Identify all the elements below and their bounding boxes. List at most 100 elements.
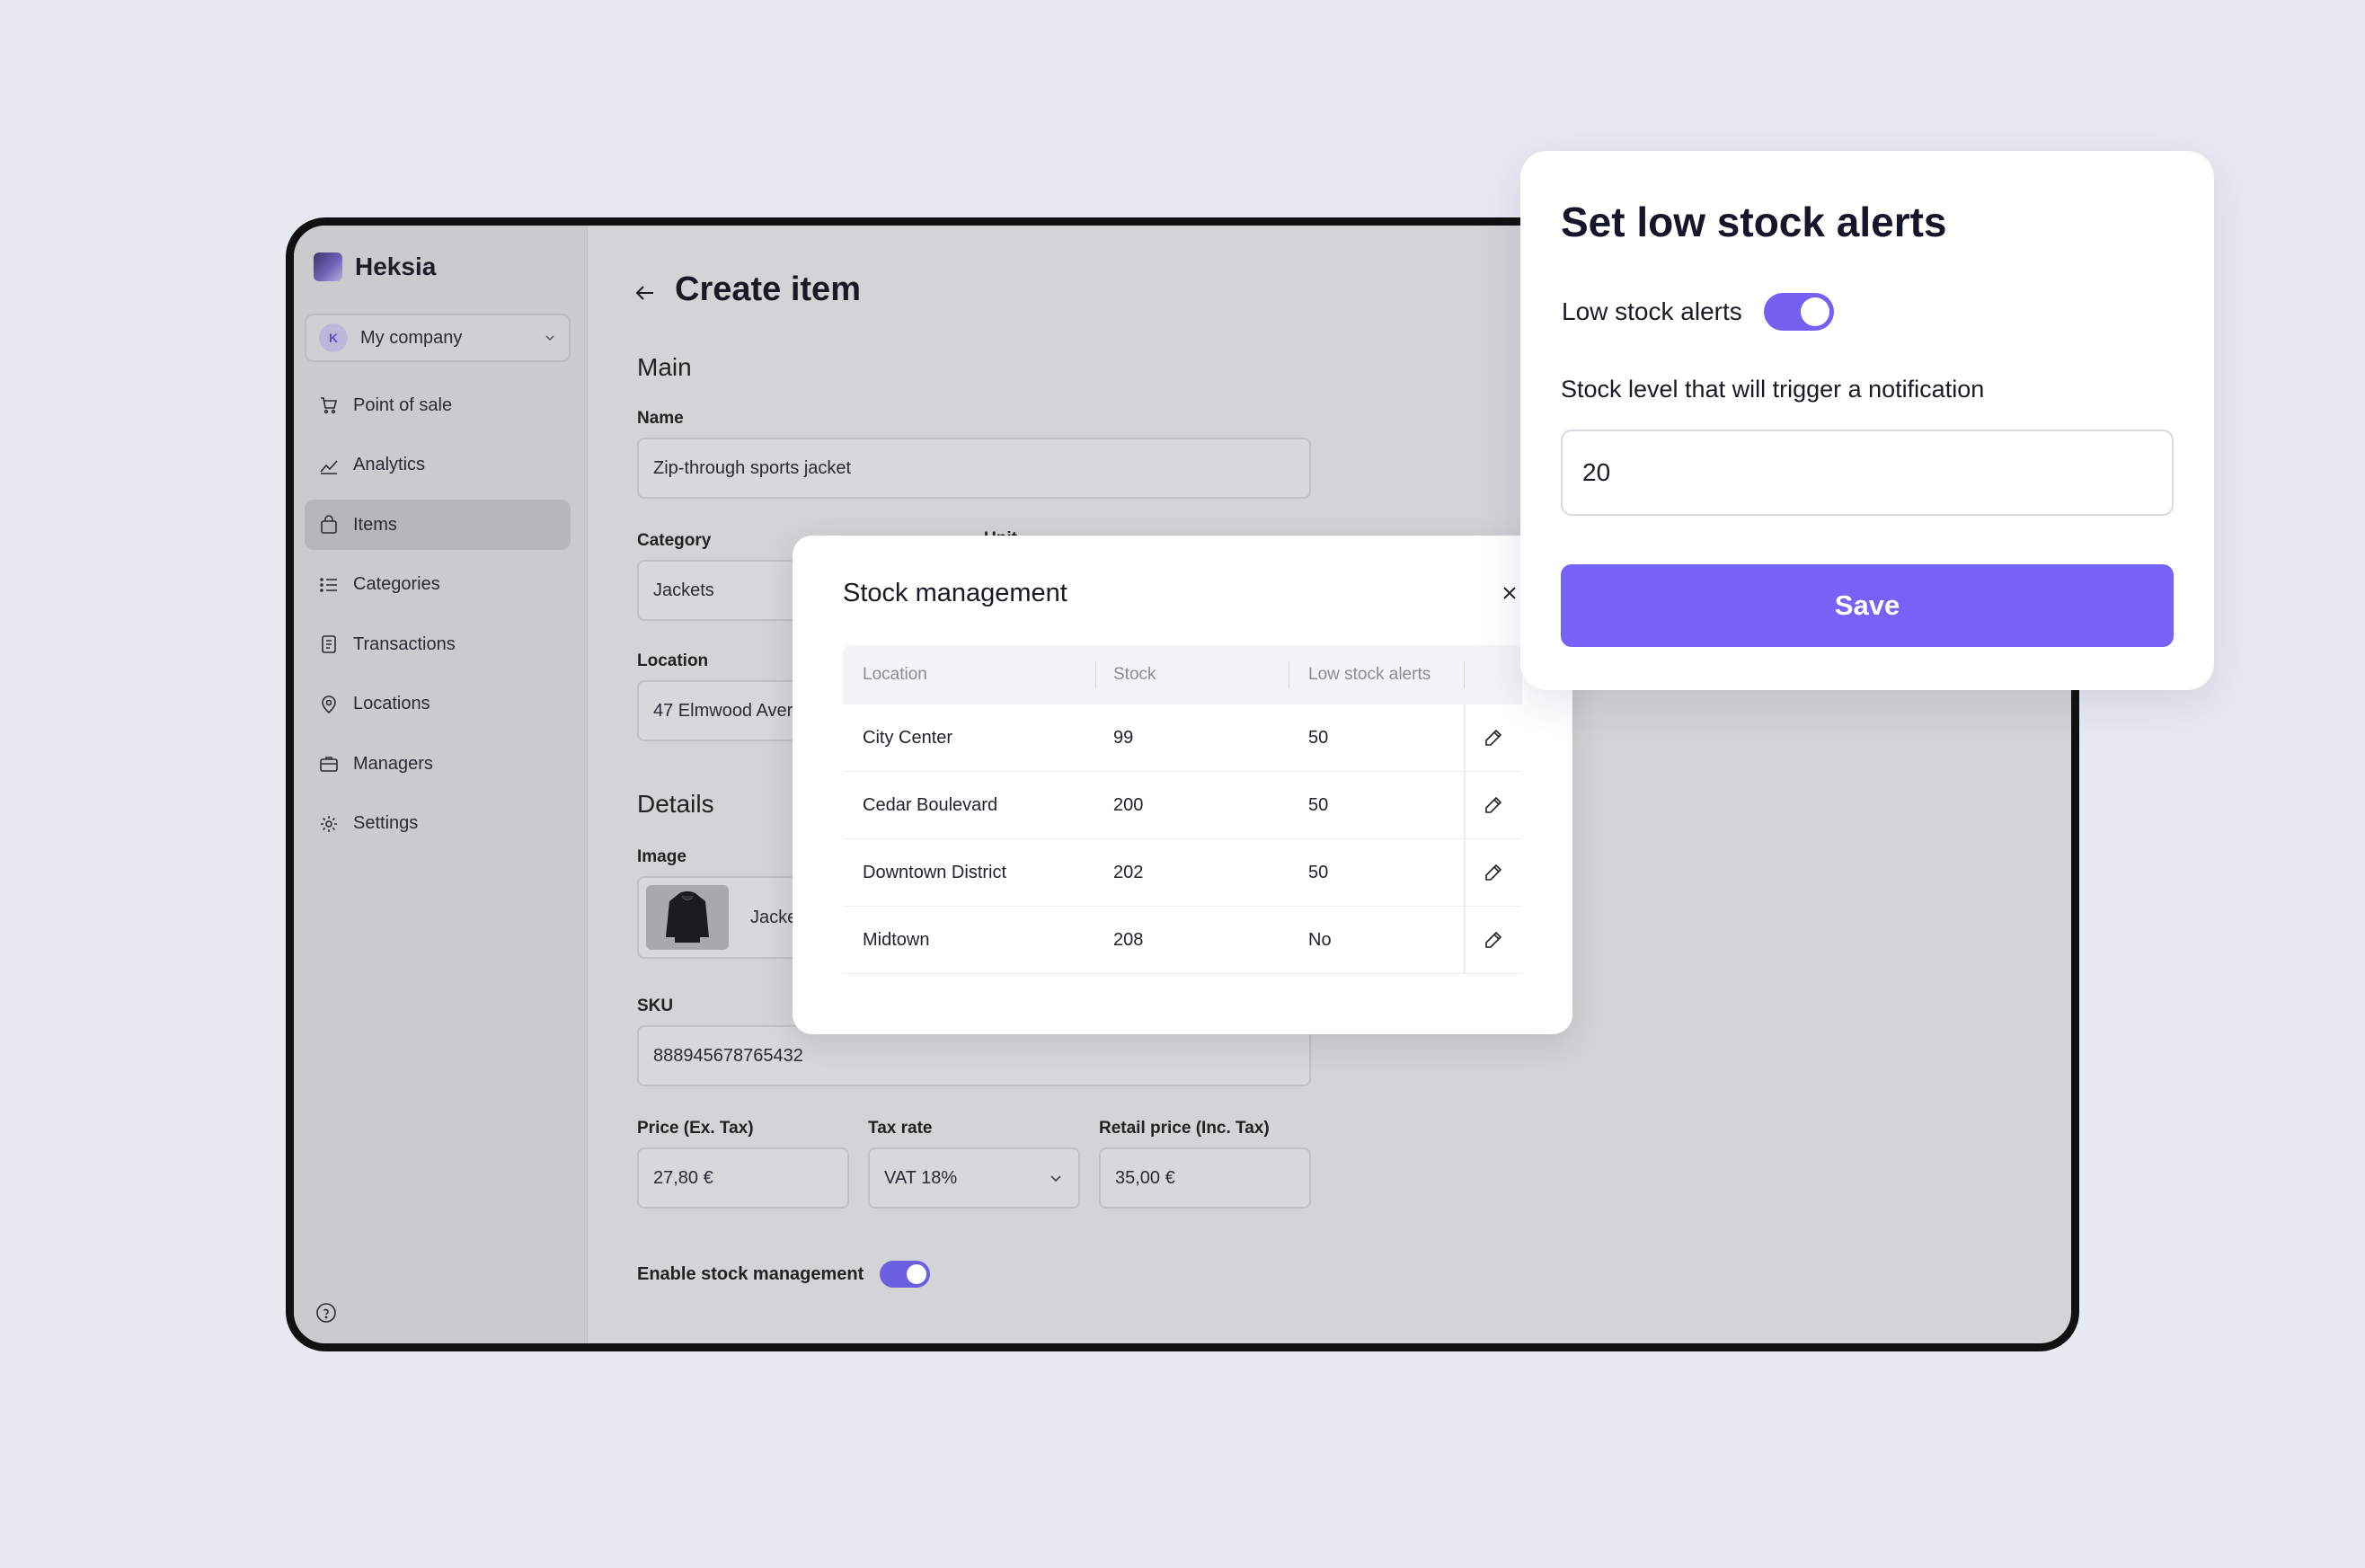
table-row: City Center 99 50 [843,704,1522,772]
receipt-icon [319,634,339,654]
row-divider [1464,704,1466,771]
column-header-location: Location [863,665,927,684]
category-value: Jackets [653,580,714,600]
sidebar-item-label: Point of sale [353,394,453,415]
jacket-icon [666,891,709,943]
stock-management-modal: Stock management Location Stock Low stoc… [793,536,1572,1034]
retail-label: Retail price (Inc. Tax) [1099,1119,1270,1138]
price-field[interactable]: 27,80 € [637,1147,849,1209]
image-name: Jacke [750,907,798,927]
sidebar-item-locations[interactable]: Locations [305,679,571,730]
company-avatar: K [319,323,348,352]
pencil-icon [1484,931,1501,948]
tax-select[interactable]: VAT 18% [868,1147,1080,1209]
row-alerts: 50 [1308,794,1329,815]
save-button[interactable]: Save [1561,564,2174,647]
row-divider [1464,907,1466,973]
chart-icon [319,456,339,475]
image-label: Image [637,847,686,866]
section-details-heading: Details [637,790,714,818]
sidebar-item-label: Transactions [353,633,456,654]
header-divider [1095,661,1096,688]
row-location: City Center [863,727,953,748]
table-row: Cedar Boulevard 200 50 [843,772,1522,839]
retail-value: 35,00 € [1115,1167,1175,1188]
sidebar-item-point-of-sale[interactable]: Point of sale [305,380,571,430]
stock-table: Location Stock Low stock alerts City Cen… [843,645,1522,974]
threshold-input[interactable]: 20 [1561,430,2174,516]
pencil-icon [1484,864,1501,881]
brand-name: Heksia [355,252,437,280]
header-divider [1464,661,1465,688]
sidebar-item-analytics[interactable]: Analytics [305,440,571,491]
price-value: 27,80 € [653,1167,713,1188]
sidebar-nav: Point of sale Analytics Items Categories… [305,380,571,858]
price-label: Price (Ex. Tax) [637,1119,754,1138]
row-alerts: 50 [1308,862,1329,882]
stock-management-toggle[interactable] [880,1261,931,1288]
company-name: My company [360,327,463,348]
low-stock-alerts-card: Set low stock alerts Low stock alerts St… [1520,151,2214,690]
tax-label: Tax rate [868,1119,933,1138]
sidebar-item-transactions[interactable]: Transactions [305,619,571,669]
sidebar-item-label: Categories [353,574,440,594]
brand[interactable]: Heksia [314,252,436,281]
retail-field[interactable]: 35,00 € [1099,1147,1311,1209]
edit-row-button[interactable] [1464,930,1522,950]
row-location: Downtown District [863,862,1007,882]
row-alerts: 50 [1308,727,1329,748]
category-label: Category [637,531,712,550]
sidebar: Heksia K My company Point of sale Analyt… [294,226,588,1343]
row-stock: 202 [1113,862,1144,882]
close-icon[interactable] [1499,582,1520,604]
location-label: Location [637,651,709,670]
row-stock: 200 [1113,794,1144,815]
low-stock-toggle-row: Low stock alerts [1562,293,1834,331]
company-selector[interactable]: K My company [305,314,571,362]
sidebar-item-settings[interactable]: Settings [305,799,571,849]
pencil-icon [1484,796,1501,813]
sidebar-item-managers[interactable]: Managers [305,739,571,789]
name-field[interactable]: Zip-through sports jacket [637,438,1311,499]
row-stock: 208 [1113,929,1144,950]
sidebar-item-categories[interactable]: Categories [305,560,571,610]
sku-field[interactable]: 888945678765432 [637,1025,1311,1086]
threshold-value: 20 [1582,458,1611,486]
stock-toggle-label: Enable stock management [637,1263,864,1284]
sidebar-item-label: Locations [353,694,430,713]
stock-management-toggle-row: Enable stock management [637,1261,931,1288]
edit-row-button[interactable] [1464,795,1522,815]
sidebar-item-label: Managers [353,753,433,774]
location-value: 47 Elmwood Aver [653,700,793,721]
table-row: Downtown District 202 50 [843,839,1522,907]
pin-icon [319,695,339,714]
back-arrow-icon[interactable] [633,281,657,305]
name-label: Name [637,409,684,428]
sku-value: 888945678765432 [653,1045,803,1066]
sidebar-item-label: Analytics [353,455,426,474]
row-location: Cedar Boulevard [863,794,998,815]
help-icon[interactable] [315,1302,337,1324]
row-location: Midtown [863,929,930,950]
chevron-down-icon [545,335,554,341]
column-header-stock: Stock [1113,665,1156,684]
sku-label: SKU [637,997,674,1015]
stock-table-header: Location Stock Low stock alerts [843,645,1522,704]
sidebar-item-label: Settings [353,813,419,833]
threshold-label: Stock level that will trigger a notifica… [1561,376,1985,403]
row-divider [1464,839,1466,906]
edit-row-button[interactable] [1464,728,1522,748]
edit-row-button[interactable] [1464,863,1522,882]
jacket-thumbnail [646,885,729,950]
section-main-heading: Main [637,353,692,381]
sidebar-item-items[interactable]: Items [305,500,571,550]
sidebar-item-label: Items [353,514,397,535]
name-value: Zip-through sports jacket [653,457,852,478]
column-header-alerts: Low stock alerts [1308,665,1431,684]
low-stock-alerts-toggle[interactable] [1763,293,1834,331]
logo-icon [314,252,342,281]
row-divider [1464,772,1466,838]
page-title: Create item [675,270,861,308]
low-stock-toggle-label: Low stock alerts [1562,297,1742,325]
alert-card-title: Set low stock alerts [1561,199,1947,245]
